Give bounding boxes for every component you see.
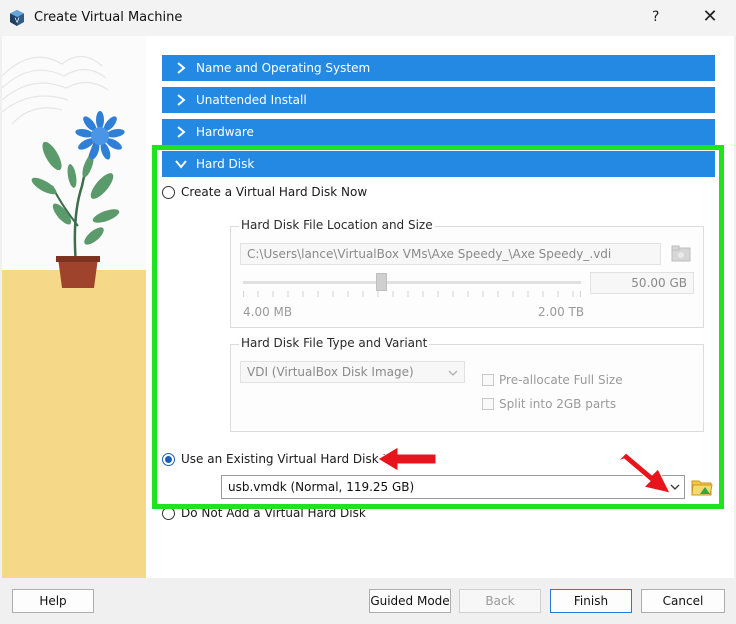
plant-illustration: [2, 36, 146, 578]
close-button[interactable]: ✕: [700, 6, 720, 28]
section-label: Unattended Install: [196, 93, 307, 107]
window-title: Create Virtual Machine: [34, 10, 183, 25]
chevron-right-icon: [177, 62, 186, 74]
section-hardware[interactable]: Hardware: [162, 119, 715, 145]
section-label: Name and Operating System: [196, 61, 371, 75]
chevron-right-icon: [177, 94, 186, 106]
svg-text:V: V: [15, 17, 20, 25]
section-label: Hardware: [196, 125, 254, 139]
section-unattended-install[interactable]: Unattended Install: [162, 87, 715, 113]
cancel-button[interactable]: Cancel: [641, 589, 725, 613]
guided-mode-button[interactable]: Guided Mode: [369, 589, 451, 613]
chevron-right-icon: [177, 126, 186, 138]
section-name-and-os[interactable]: Name and Operating System: [162, 55, 715, 81]
finish-button[interactable]: Finish: [550, 589, 632, 613]
back-button[interactable]: Back: [459, 589, 541, 613]
title-bar: V Create Virtual Machine ? ✕: [0, 0, 736, 36]
virtualbox-icon: V: [10, 10, 24, 26]
highlight-box: [152, 145, 724, 509]
help-button[interactable]: Help: [12, 589, 94, 613]
context-help-button[interactable]: ?: [652, 9, 659, 25]
wizard-illustration: [2, 36, 146, 578]
